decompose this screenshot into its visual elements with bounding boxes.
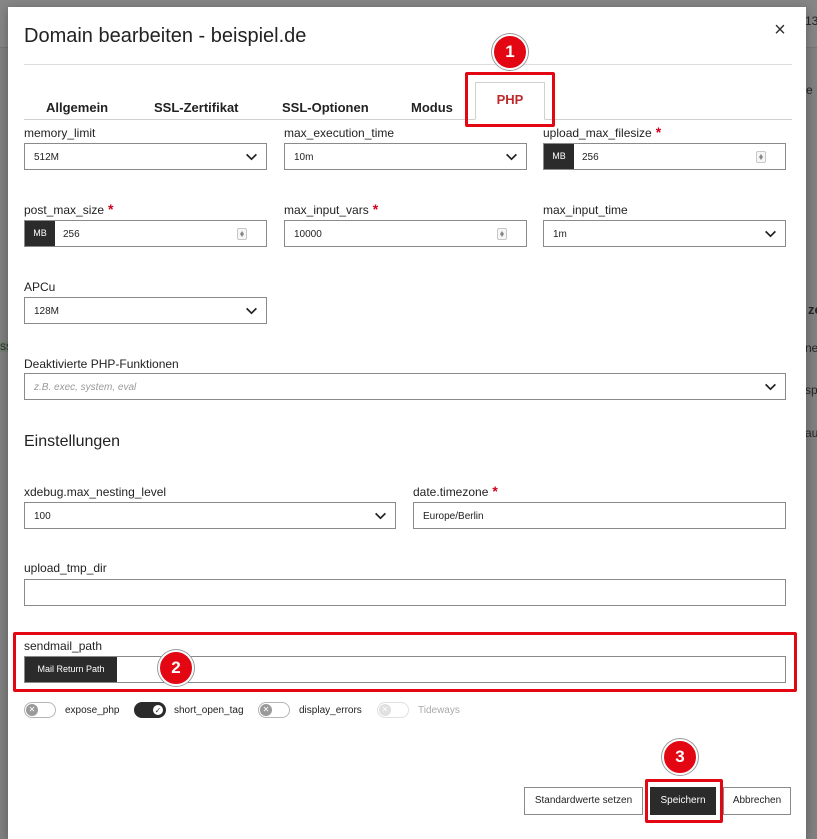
xdebug-label: xdebug.max_nesting_level	[24, 485, 167, 499]
save-button[interactable]: Speichern	[650, 787, 716, 815]
mail-return-path-tag[interactable]: Mail Return Path	[25, 657, 117, 682]
upload-tmp-dir-label: upload_tmp_dir	[24, 561, 107, 575]
tab-allgemein[interactable]: Allgemein	[46, 100, 108, 115]
post-max-size-input[interactable]: MB 256	[24, 220, 267, 247]
unit-label: MB	[25, 221, 55, 246]
upload-max-filesize-input[interactable]: MB 256	[543, 143, 786, 170]
cancel-button[interactable]: Abbrechen	[723, 787, 791, 815]
max-execution-time-label: max_execution_time	[284, 126, 395, 140]
expose-php-label: expose_php	[65, 705, 120, 716]
unit-label: MB	[544, 144, 574, 169]
tab-ssl-zertifikat[interactable]: SSL-Zertifikat	[154, 100, 239, 115]
timezone-input[interactable]: Europe/Berlin	[413, 502, 786, 529]
chevron-down-icon	[765, 383, 776, 391]
disabled-functions-select[interactable]: z.B. exec, system, eval	[24, 373, 786, 400]
check-icon: ✓	[152, 704, 164, 716]
close-icon: ✕	[26, 704, 38, 716]
chevron-down-icon	[506, 153, 517, 161]
number-spinner[interactable]	[237, 228, 247, 240]
max-input-vars-label: max_input_vars *	[284, 201, 379, 217]
disabled-functions-placeholder: z.B. exec, system, eval	[34, 382, 137, 393]
upload-max-filesize-label: upload_max_filesize *	[543, 124, 662, 140]
required-marker: *	[492, 483, 498, 499]
edit-domain-dialog: Domain bearbeiten - beispiel.de × Allgem…	[8, 7, 806, 839]
max-input-vars-value: 10000	[294, 229, 322, 240]
close-icon: ✕	[260, 704, 272, 716]
max-execution-time-select[interactable]: 10m	[284, 143, 527, 170]
max-input-time-value: 1m	[553, 229, 567, 240]
disabled-functions-label: Deaktivierte PHP-Funktionen	[24, 357, 179, 371]
apcu-select[interactable]: 128M	[24, 297, 267, 324]
number-spinner[interactable]	[497, 228, 507, 240]
display-errors-label: display_errors	[299, 705, 362, 716]
post-max-size-label: post_max_size *	[24, 201, 114, 217]
tab-bar: Allgemein SSL-Zertifikat SSL-Optionen Mo…	[24, 80, 792, 120]
chevron-down-icon	[246, 153, 257, 161]
sendmail-path-input[interactable]: Mail Return Path	[24, 656, 786, 683]
chevron-down-icon	[375, 512, 386, 520]
timezone-value: Europe/Berlin	[423, 511, 484, 522]
required-marker: *	[372, 201, 379, 217]
dialog-title: Domain bearbeiten - beispiel.de	[24, 25, 307, 47]
tideways-toggle-group: ✕ Tideways	[377, 702, 497, 720]
post-max-size-value: 256	[63, 229, 80, 240]
short-open-tag-toggle-group: ✓ short_open_tag	[134, 702, 274, 720]
header-divider	[24, 64, 792, 65]
memory-limit-value: 512M	[34, 152, 60, 163]
timezone-label: date.timezone *	[413, 483, 498, 499]
close-icon: ✕	[379, 704, 391, 716]
max-input-time-label: max_input_time	[543, 203, 628, 217]
xdebug-value: 100	[34, 511, 51, 522]
memory-limit-label: memory_limit	[24, 126, 96, 140]
sendmail-path-label: sendmail_path	[24, 639, 103, 653]
tideways-label: Tideways	[418, 705, 460, 716]
tab-php[interactable]: PHP	[475, 82, 545, 120]
tab-modus[interactable]: Modus	[411, 100, 453, 115]
short-open-tag-label: short_open_tag	[174, 705, 244, 716]
expose-php-toggle[interactable]: ✕	[24, 702, 56, 718]
apcu-value: 128M	[34, 306, 60, 317]
number-spinner[interactable]	[756, 151, 766, 163]
memory-limit-select[interactable]: 512M	[24, 143, 267, 170]
set-defaults-button[interactable]: Standardwerte setzen	[524, 787, 643, 815]
required-marker: *	[655, 124, 662, 140]
tab-ssl-optionen[interactable]: SSL-Optionen	[282, 100, 369, 115]
settings-heading: Einstellungen	[24, 433, 121, 450]
max-execution-time-value: 10m	[294, 152, 314, 163]
short-open-tag-toggle[interactable]: ✓	[134, 702, 166, 718]
max-input-time-select[interactable]: 1m	[543, 220, 786, 247]
apcu-label: APCu	[24, 280, 56, 294]
chevron-down-icon	[765, 230, 776, 238]
upload-max-filesize-value: 256	[582, 152, 599, 163]
display-errors-toggle[interactable]: ✕	[258, 702, 290, 718]
required-marker: *	[108, 201, 114, 217]
upload-tmp-dir-input[interactable]	[24, 579, 786, 606]
annotation-badge-1: 1	[492, 34, 528, 70]
chevron-down-icon	[246, 307, 257, 315]
close-icon[interactable]: ×	[770, 20, 790, 41]
xdebug-select[interactable]: 100	[24, 502, 396, 529]
annotation-badge-3: 3	[662, 739, 698, 775]
max-input-vars-input[interactable]: 10000	[284, 220, 527, 247]
annotation-badge-2: 2	[158, 650, 194, 686]
tideways-toggle[interactable]: ✕	[377, 702, 409, 718]
